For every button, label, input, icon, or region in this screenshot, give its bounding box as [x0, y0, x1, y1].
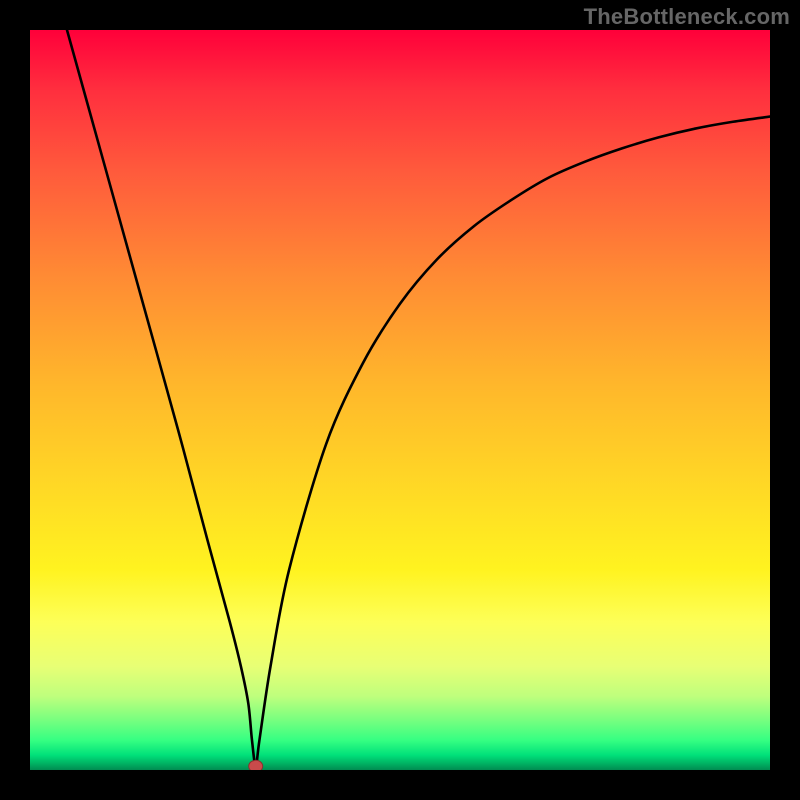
chart-svg: [30, 30, 770, 770]
chart-plot-area: [30, 30, 770, 770]
optimal-point-marker: [249, 760, 263, 770]
bottleneck-curve: [67, 30, 770, 766]
chart-frame: TheBottleneck.com: [0, 0, 800, 800]
attribution-watermark: TheBottleneck.com: [584, 4, 790, 30]
